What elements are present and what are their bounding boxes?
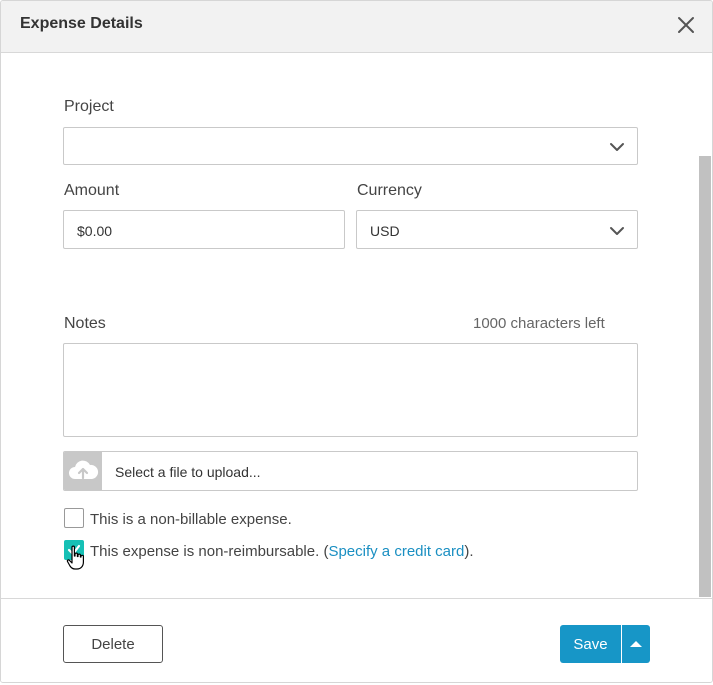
project-label: Project bbox=[64, 98, 114, 115]
non-reimbursable-label: This expense is non-reimbursable. (Speci… bbox=[90, 543, 474, 560]
amount-value: $0.00 bbox=[77, 223, 113, 239]
dialog-header: Expense Details bbox=[1, 1, 712, 53]
currency-label: Currency bbox=[357, 182, 422, 199]
hand-pointer-cursor-icon bbox=[66, 545, 84, 570]
non-reimbursable-text: This expense is non-reimbursable. ( bbox=[90, 543, 329, 560]
close-icon bbox=[678, 17, 694, 33]
non-billable-label: This is a non-billable expense. bbox=[90, 511, 292, 528]
notes-char-counter: 1000 characters left bbox=[473, 315, 605, 332]
dialog-body: Project Amount $0.00 Currency USD Notes … bbox=[1, 53, 712, 598]
chevron-down-icon bbox=[610, 227, 624, 235]
non-billable-checkbox[interactable] bbox=[64, 508, 84, 528]
currency-select[interactable]: USD bbox=[356, 210, 638, 249]
notes-label: Notes bbox=[64, 315, 106, 332]
expense-details-dialog: Expense Details Project Amount $0.00 Cur… bbox=[0, 0, 713, 683]
close-button[interactable] bbox=[674, 13, 698, 37]
notes-textarea[interactable] bbox=[63, 343, 638, 437]
dialog-footer: Delete Save bbox=[1, 598, 712, 682]
specify-credit-card-link[interactable]: Specify a credit card bbox=[328, 543, 464, 560]
dialog-title: Expense Details bbox=[20, 15, 143, 32]
scrollbar-thumb[interactable] bbox=[699, 156, 711, 597]
cloud-upload-icon bbox=[69, 460, 99, 480]
amount-label: Amount bbox=[64, 182, 120, 199]
chevron-down-icon bbox=[610, 143, 624, 151]
upload-placeholder: Select a file to upload... bbox=[115, 464, 261, 480]
save-button[interactable]: Save bbox=[560, 625, 621, 663]
delete-button[interactable]: Delete bbox=[63, 625, 163, 663]
project-select[interactable] bbox=[63, 127, 638, 165]
currency-value: USD bbox=[370, 223, 400, 239]
file-upload-field[interactable]: Select a file to upload... bbox=[63, 451, 638, 491]
save-options-toggle[interactable] bbox=[622, 625, 650, 663]
upload-button[interactable] bbox=[64, 452, 102, 490]
amount-input[interactable]: $0.00 bbox=[63, 210, 345, 249]
non-reimbursable-suffix: ). bbox=[464, 543, 474, 560]
